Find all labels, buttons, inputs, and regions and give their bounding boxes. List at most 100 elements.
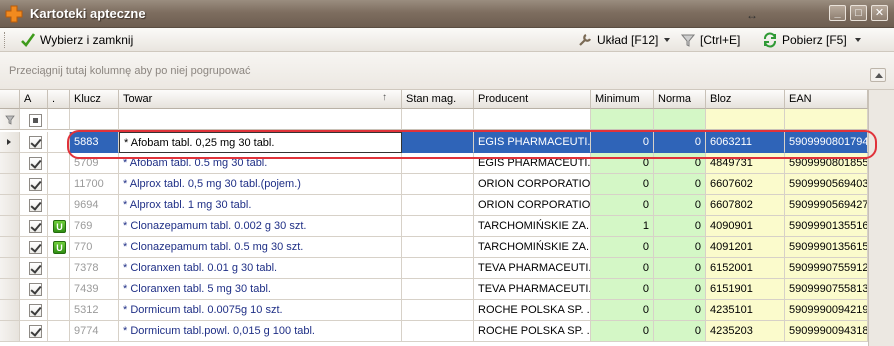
cell-dot[interactable] bbox=[48, 132, 70, 153]
cell-ean[interactable]: 5909990135615 bbox=[785, 237, 868, 258]
cell-bloz[interactable]: 4235203 bbox=[706, 321, 785, 342]
cell-norma[interactable]: 0 bbox=[654, 153, 706, 174]
cell-dot[interactable] bbox=[48, 195, 70, 216]
cell-klucz[interactable]: 7439 bbox=[70, 279, 119, 300]
cell-ind[interactable] bbox=[0, 279, 20, 300]
cell-klucz[interactable]: 11700 bbox=[70, 174, 119, 195]
cell-producent[interactable]: ROCHE POLSKA SP. ... bbox=[474, 300, 591, 321]
cell-ean[interactable]: 5909990801794 bbox=[785, 132, 868, 153]
cell-ind[interactable] bbox=[0, 300, 20, 321]
cell-stan[interactable] bbox=[402, 300, 474, 321]
cell-ean[interactable]: 5909990755813 bbox=[785, 279, 868, 300]
cell-towar[interactable]: * Clonazepamum tabl. 0.5 mg 30 szt. bbox=[119, 237, 402, 258]
resize-icon[interactable]: ↔ bbox=[746, 8, 758, 22]
filter-cell-dot[interactable] bbox=[48, 109, 70, 130]
column-header-stan[interactable]: Stan mag. bbox=[402, 90, 474, 109]
select-close-button[interactable]: Wybierz i zamknij bbox=[20, 31, 133, 49]
sort-ascending-icon[interactable]: ↑ bbox=[382, 92, 387, 103]
active-checkbox[interactable] bbox=[29, 241, 42, 254]
cell-ind[interactable] bbox=[0, 195, 20, 216]
cell-dot[interactable] bbox=[48, 321, 70, 342]
filter-cell-klucz[interactable] bbox=[70, 109, 119, 130]
fetch-dropdown-icon[interactable] bbox=[855, 38, 861, 42]
cell-producent[interactable]: TARCHOMIŃSKIE ZA... bbox=[474, 237, 591, 258]
cell-ind[interactable] bbox=[0, 237, 20, 258]
cell-minimum[interactable]: 0 bbox=[591, 321, 654, 342]
cell-minimum[interactable]: 0 bbox=[591, 237, 654, 258]
cell-ean[interactable]: 5909990755912 bbox=[785, 258, 868, 279]
column-header-dot[interactable]: . bbox=[48, 90, 70, 109]
cell-towar[interactable]: * Alprox tabl. 0,5 mg 30 tabl.(pojem.) bbox=[119, 174, 402, 195]
cell-towar[interactable]: * Clonazepamum tabl. 0.002 g 30 szt. bbox=[119, 216, 402, 237]
cell-ean[interactable]: 5909990801855 bbox=[785, 153, 868, 174]
filter-button[interactable]: [Ctrl+E] bbox=[680, 31, 740, 49]
column-header-norma[interactable]: Norma bbox=[654, 90, 706, 109]
cell-dot[interactable] bbox=[48, 258, 70, 279]
column-header-ean[interactable]: EAN bbox=[785, 90, 868, 109]
active-checkbox[interactable] bbox=[29, 178, 42, 191]
cell-bloz[interactable]: 4091201 bbox=[706, 237, 785, 258]
cell-stan[interactable] bbox=[402, 258, 474, 279]
cell-towar[interactable]: * Dormicum tabl.powl. 0,015 g 100 tabl. bbox=[119, 321, 402, 342]
cell-ind[interactable] bbox=[0, 174, 20, 195]
scroll-up-button[interactable] bbox=[870, 68, 886, 82]
active-checkbox[interactable] bbox=[29, 325, 42, 338]
column-header-a[interactable]: A bbox=[20, 90, 48, 109]
active-checkbox[interactable] bbox=[29, 304, 42, 317]
cell-stan[interactable] bbox=[402, 216, 474, 237]
cell-producent[interactable]: TARCHOMIŃSKIE ZA... bbox=[474, 216, 591, 237]
column-header-producent[interactable]: Producent bbox=[474, 90, 591, 109]
cell-stan[interactable] bbox=[402, 153, 474, 174]
cell-norma[interactable]: 0 bbox=[654, 132, 706, 153]
filter-cell-ean[interactable] bbox=[785, 109, 868, 130]
cell-norma[interactable]: 0 bbox=[654, 216, 706, 237]
minimize-button[interactable]: _ bbox=[829, 5, 846, 21]
cell-norma[interactable]: 0 bbox=[654, 258, 706, 279]
cell-norma[interactable]: 0 bbox=[654, 321, 706, 342]
cell-ean[interactable]: 5909990135516 bbox=[785, 216, 868, 237]
active-checkbox[interactable] bbox=[29, 283, 42, 296]
cell-dot[interactable] bbox=[48, 153, 70, 174]
cell-towar[interactable]: * Cloranxen tabl. 0.01 g 30 tabl. bbox=[119, 258, 402, 279]
cell-dot[interactable] bbox=[48, 174, 70, 195]
cell-producent[interactable]: TEVA PHARMACEUTI... bbox=[474, 258, 591, 279]
maximize-button[interactable]: □ bbox=[850, 5, 867, 21]
cell-norma[interactable]: 0 bbox=[654, 300, 706, 321]
column-header-bloz[interactable]: Bloz bbox=[706, 90, 785, 109]
column-header-klucz[interactable]: Klucz bbox=[70, 90, 119, 109]
close-button[interactable]: ✕ bbox=[871, 5, 888, 21]
cell-minimum[interactable]: 0 bbox=[591, 279, 654, 300]
cell-towar[interactable]: * Cloranxen tabl. 5 mg 30 tabl. bbox=[119, 279, 402, 300]
filter-cell-stan[interactable] bbox=[402, 109, 474, 130]
cell-ind[interactable] bbox=[0, 258, 20, 279]
cell-towar[interactable]: * Afobam tabl. 0,25 mg 30 tabl. bbox=[119, 132, 402, 153]
cell-minimum[interactable]: 0 bbox=[591, 174, 654, 195]
cell-bloz[interactable]: 6607802 bbox=[706, 195, 785, 216]
filter-cell-norma[interactable] bbox=[654, 109, 706, 130]
cell-minimum[interactable]: 0 bbox=[591, 153, 654, 174]
cell-bloz[interactable]: 4849731 bbox=[706, 153, 785, 174]
cell-norma[interactable]: 0 bbox=[654, 279, 706, 300]
cell-ean[interactable]: 5909990094219 bbox=[785, 300, 868, 321]
cell-bloz[interactable]: 4235101 bbox=[706, 300, 785, 321]
cell-towar[interactable]: * Alprox tabl. 1 mg 30 tabl. bbox=[119, 195, 402, 216]
cell-stan[interactable] bbox=[402, 279, 474, 300]
cell-stan[interactable] bbox=[402, 321, 474, 342]
cell-minimum[interactable]: 0 bbox=[591, 300, 654, 321]
cell-producent[interactable]: ORION CORPORATION bbox=[474, 174, 591, 195]
active-checkbox[interactable] bbox=[29, 220, 42, 233]
cell-bloz[interactable]: 4090901 bbox=[706, 216, 785, 237]
column-header-towar[interactable]: Towar bbox=[119, 90, 402, 109]
cell-bloz[interactable]: 6152001 bbox=[706, 258, 785, 279]
cell-klucz[interactable]: 769 bbox=[70, 216, 119, 237]
cell-stan[interactable] bbox=[402, 237, 474, 258]
cell-producent[interactable]: EGIS PHARMACEUTI... bbox=[474, 132, 591, 153]
column-header-minimum[interactable]: Minimum bbox=[591, 90, 654, 109]
cell-stan[interactable] bbox=[402, 174, 474, 195]
cell-klucz[interactable]: 5709 bbox=[70, 153, 119, 174]
cell-ind[interactable] bbox=[0, 321, 20, 342]
filter-funnel-icon[interactable] bbox=[5, 115, 15, 128]
cell-bloz[interactable]: 6607602 bbox=[706, 174, 785, 195]
cell-klucz[interactable]: 9774 bbox=[70, 321, 119, 342]
cell-stan[interactable] bbox=[402, 132, 474, 153]
